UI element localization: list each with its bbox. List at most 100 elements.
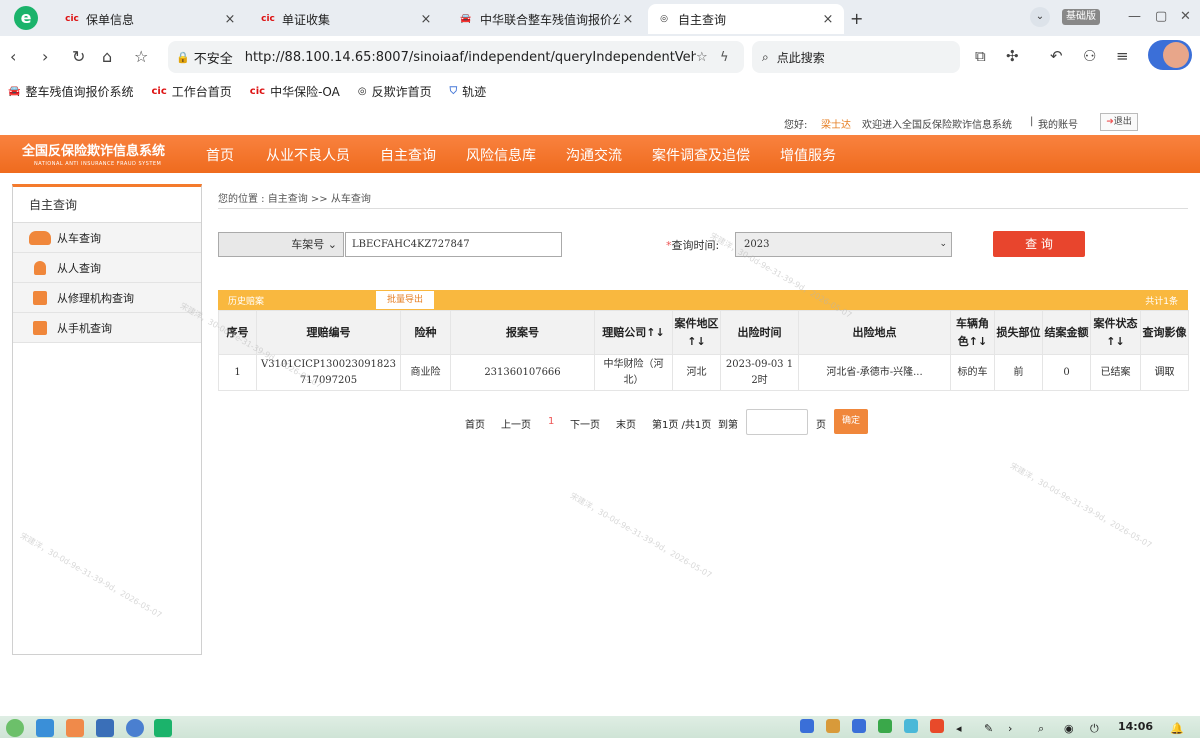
tab-policy-info[interactable]: cic 保单信息 × — [56, 4, 246, 34]
bookmark-oa[interactable]: cic 中华保险-OA — [250, 83, 340, 100]
browser-logo-icon[interactable]: e — [14, 6, 38, 30]
edition-badge[interactable]: 基础版 — [1062, 9, 1100, 25]
back-icon[interactable]: ‹ — [10, 47, 16, 66]
last-page-link[interactable]: 末页 — [616, 416, 636, 431]
cell-case-region: 河北 — [672, 354, 721, 391]
results-table: 序号 理赔编号 险种 报案号 理赔公司↑↓ 案件地区↑↓ 出险时间 出险地点 车… — [218, 310, 1189, 391]
forward-icon[interactable]: › — [42, 47, 48, 66]
col-case-region[interactable]: 案件地区↑↓ — [672, 310, 721, 355]
start-menu-icon[interactable] — [6, 719, 24, 737]
insecure-label[interactable]: 不安全 — [194, 48, 233, 67]
url-text[interactable]: http://88.100.14.65:8007/sinoiaaf/indepe… — [245, 50, 696, 65]
bookmark-track[interactable]: ⛉ 轨迹 — [450, 83, 487, 100]
nav-bad-practitioners[interactable]: 从业不良人员 — [266, 145, 350, 165]
bookmark-anti-fraud[interactable]: ◎ 反欺诈首页 — [358, 83, 432, 100]
breadcrumb: 您的位置 : 自主查询 >> 从车查询 — [218, 194, 371, 205]
reload-icon[interactable]: ↻ — [72, 47, 85, 66]
power-icon[interactable]: ⏻ — [1090, 722, 1099, 736]
notification-bell-icon[interactable]: 🔔 — [1170, 722, 1184, 735]
search-icon[interactable]: ⌕ — [1038, 722, 1044, 736]
prev-page-link[interactable]: 上一页 — [501, 416, 531, 431]
network-icon[interactable]: ◉ — [1064, 722, 1074, 735]
volume-icon[interactable]: ◂ — [956, 722, 962, 735]
sidebar-item-person[interactable]: 从人查询 — [13, 253, 201, 283]
nav-risk-database[interactable]: 风险信息库 — [466, 145, 536, 165]
screenshot-icon[interactable]: ⧉ — [975, 47, 986, 65]
close-icon[interactable]: × — [222, 12, 238, 27]
bookmark-star-icon[interactable]: ☆ — [134, 47, 148, 66]
tab-list-dropdown-icon[interactable]: ⌄ — [1030, 7, 1050, 27]
close-icon[interactable]: × — [620, 12, 636, 27]
new-tab-button[interactable]: + — [850, 9, 863, 28]
col-case-status[interactable]: 案件状态↑↓ — [1090, 310, 1141, 355]
chevron-down-icon: ⌄ — [327, 238, 337, 251]
goto-page-input[interactable] — [746, 409, 808, 435]
maximize-icon[interactable]: ▢ — [1155, 9, 1167, 24]
nav-case-investigation[interactable]: 案件调查及追偿 — [652, 145, 750, 165]
nav-communication[interactable]: 沟通交流 — [566, 145, 622, 165]
tray-app-icon[interactable] — [852, 719, 866, 733]
batch-export-button[interactable]: 批量导出 — [376, 291, 434, 309]
avatar[interactable] — [1148, 40, 1192, 70]
total-count: 共计1条 — [1145, 297, 1178, 307]
col-claim-company[interactable]: 理赔公司↑↓ — [594, 310, 673, 355]
files-icon[interactable] — [66, 719, 84, 737]
undo-icon[interactable]: ↶ — [1050, 47, 1063, 65]
divider — [218, 208, 1188, 209]
address-bar[interactable]: 🔒 不安全 http://88.100.14.65:8007/sinoiaaf/… — [168, 41, 744, 73]
lightning-icon[interactable]: ϟ — [720, 50, 744, 65]
bookmark-workbench[interactable]: cic 工作台首页 — [151, 83, 231, 100]
nav-home[interactable]: 首页 — [206, 145, 234, 165]
car-icon: 🚘 — [460, 14, 472, 24]
close-icon[interactable]: × — [418, 12, 434, 27]
query-field-select[interactable]: 车架号 ⌄ — [218, 232, 344, 257]
tab-document-collection[interactable]: cic 单证收集 × — [252, 4, 442, 34]
sidebar-item-vehicle[interactable]: 从车查询 — [13, 223, 201, 253]
close-icon[interactable]: × — [820, 12, 836, 27]
globe-icon: ◎ — [660, 14, 668, 24]
apps-icon[interactable] — [36, 719, 54, 737]
sidebar-item-repair-shop[interactable]: 从修理机构查询 — [13, 283, 201, 313]
store-icon[interactable] — [96, 719, 114, 737]
nav-self-query[interactable]: 自主查询 — [380, 145, 436, 165]
browser-taskbar-icon[interactable] — [154, 719, 172, 737]
tray-app-icon[interactable] — [904, 719, 918, 733]
minimize-icon[interactable]: — — [1128, 9, 1141, 24]
my-account-link[interactable]: 我的账号 — [1038, 116, 1078, 131]
tray-app-icon[interactable] — [826, 719, 840, 733]
settings-icon[interactable] — [126, 719, 144, 737]
col-vehicle-role[interactable]: 车辆角色↑↓ — [950, 310, 995, 355]
search-input[interactable]: ⌕ 点此搜索 — [752, 41, 960, 73]
goto-confirm-button[interactable]: 确定 — [834, 409, 868, 434]
year-select[interactable]: 2023 ⌄ — [735, 232, 952, 257]
window-close-icon[interactable]: ✕ — [1180, 9, 1191, 24]
extensions-icon[interactable]: ✣ — [1006, 47, 1019, 65]
tab-vehicle-quote[interactable]: 🚘 中华联合整车残值询报价公 × — [450, 4, 644, 34]
globe-icon: ◎ — [357, 85, 367, 97]
view-images-link[interactable]: 调取 — [1140, 354, 1189, 391]
menu-icon[interactable]: ≡ — [1116, 47, 1129, 65]
current-page[interactable]: 1 — [548, 416, 554, 427]
pen-icon[interactable]: ✎ — [984, 722, 993, 735]
first-page-link[interactable]: 首页 — [465, 416, 485, 431]
query-button[interactable]: 查 询 — [993, 231, 1085, 257]
shield-icon: ⛉ — [449, 85, 458, 97]
tray-app-icon[interactable] — [930, 719, 944, 733]
cell-damage-part: 前 — [994, 354, 1043, 391]
logout-button[interactable]: ➜退出 — [1100, 113, 1138, 131]
sidebar-item-phone[interactable]: 从手机查询 — [13, 313, 201, 343]
tab-self-query[interactable]: ◎ 自主查询 × — [648, 4, 844, 34]
favorite-star-icon[interactable]: ☆ — [696, 50, 720, 65]
tray-app-icon[interactable] — [800, 719, 814, 733]
chevron-right-icon[interactable]: › — [1008, 722, 1012, 735]
next-page-link[interactable]: 下一页 — [570, 416, 600, 431]
home-icon[interactable]: ⌂ — [102, 47, 112, 66]
account-icon[interactable]: ⚇ — [1083, 47, 1096, 65]
nav-value-added[interactable]: 增值服务 — [780, 145, 836, 165]
bookmark-vehicle-quote[interactable]: 🚘 整车残值询报价系统 — [8, 83, 133, 100]
vin-input[interactable]: LBECFAHC4KZ727847 — [345, 232, 562, 257]
page-info: 第1页 /共1页 — [652, 420, 712, 431]
cell-insurance-type: 商业险 — [400, 354, 451, 391]
page-content: 您好: 梁士达 欢迎进入全国反保险欺诈信息系统 | 我的账号 ➜退出 全国反保险… — [0, 110, 1200, 716]
tray-app-icon[interactable] — [878, 719, 892, 733]
